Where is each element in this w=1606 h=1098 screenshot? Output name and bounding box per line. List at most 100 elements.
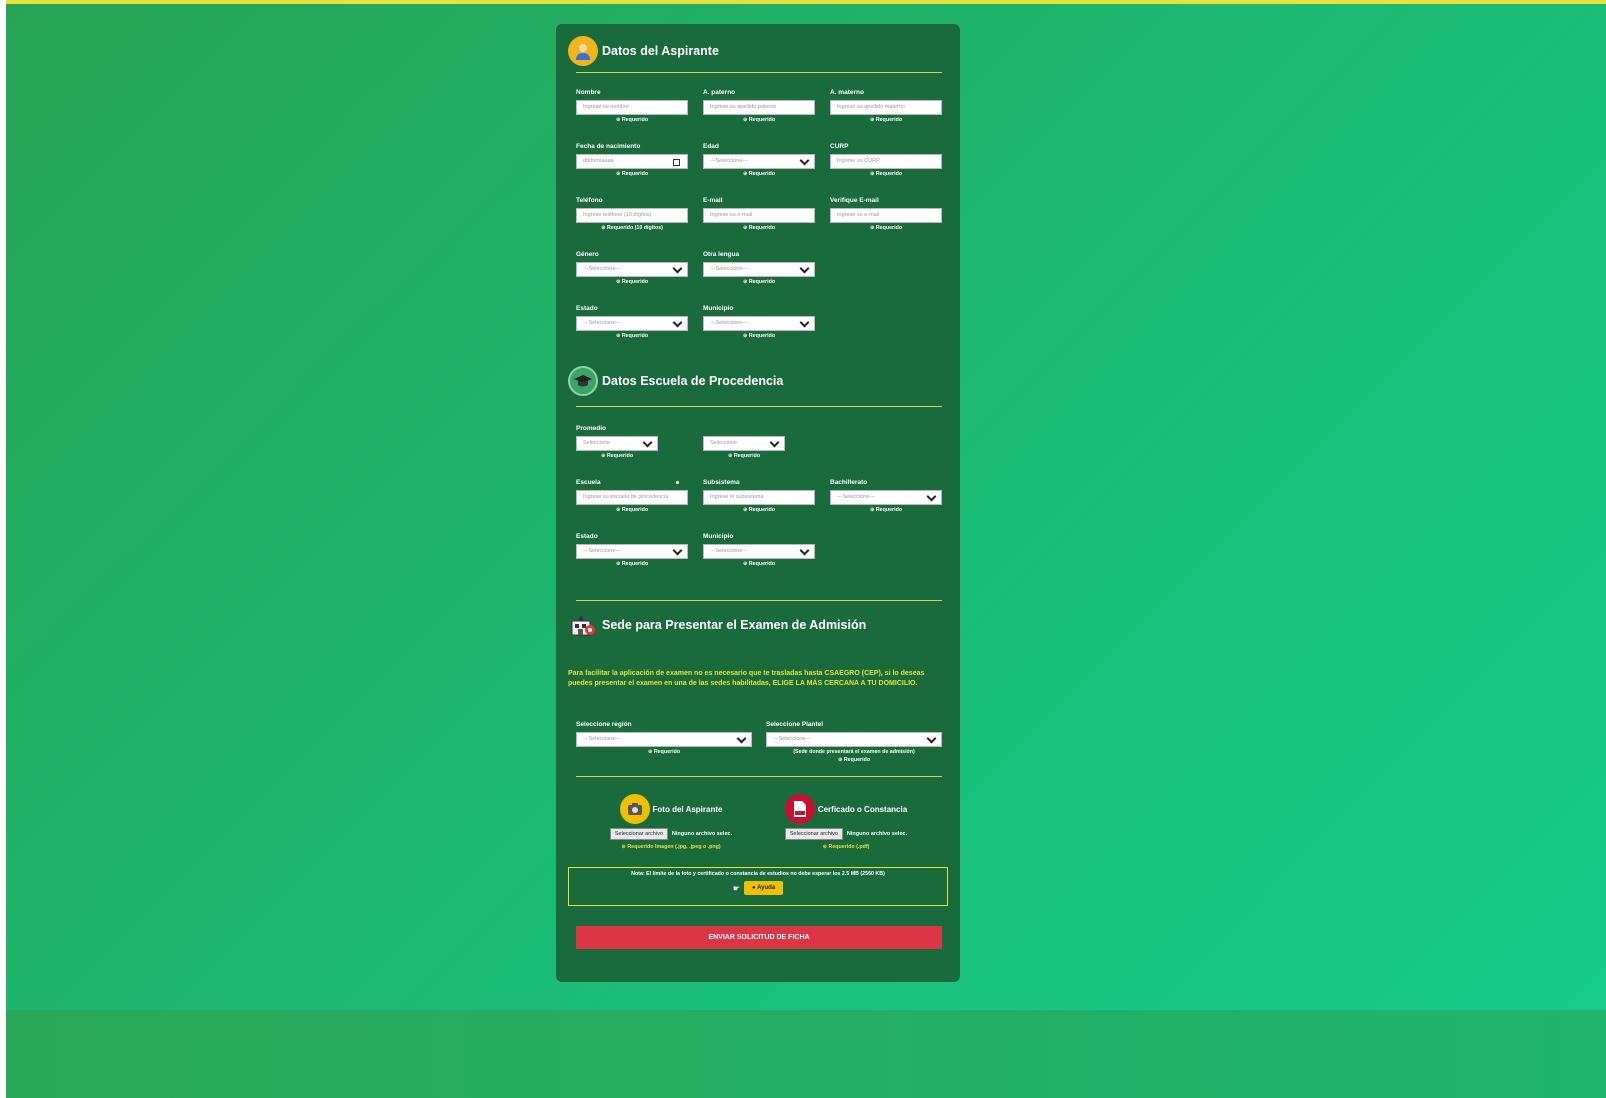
estado-select[interactable]: ---Seleccione--- xyxy=(576,316,688,331)
curp-label: CURP xyxy=(830,143,849,150)
upload-title: Cerficado o Constancia xyxy=(817,804,908,814)
municipio-field: Municipio ---Seleccione--- ⊕ Requerido xyxy=(703,304,815,339)
escuela-estado-select[interactable]: ---Seleccione--- xyxy=(576,544,688,559)
estado-label: Estado xyxy=(576,305,598,312)
nacimiento-label: Fecha de nacimiento xyxy=(576,143,641,150)
escuela-input[interactable]: Ingrese su escuela de procedencia xyxy=(576,490,688,505)
required-hint: ⊕ Requerido xyxy=(615,333,649,339)
section-title: Datos Escuela de Procedencia xyxy=(602,374,784,388)
escuela-field: Escuela Ingrese su escuela de procedenci… xyxy=(576,478,688,513)
email-field: E-mail Ingrese su e-mail ⊕ Requerido xyxy=(703,196,815,231)
telefono-field: Teléfono Ingrese teléfono (10 dígitos) ⊕… xyxy=(576,196,688,231)
camera-icon xyxy=(619,794,650,824)
required-hint: ⊕ Requerido xyxy=(727,453,761,459)
verify-email-label: Verifique E-mail xyxy=(830,197,879,204)
escuela-municipio-select[interactable]: ---Seleccione--- xyxy=(703,544,815,559)
nombre-label: Nombre xyxy=(576,89,601,96)
person-icon xyxy=(568,36,598,66)
nacimiento-field: Fecha de nacimiento dd/mm/aaaa ⊕ Requeri… xyxy=(576,142,688,177)
escuela-label: Escuela xyxy=(576,479,601,486)
escuela-estado-field: Estado ---Seleccione--- ⊕ Requerido xyxy=(576,532,688,567)
required-hint: ⊕ Requerido xyxy=(869,225,903,231)
help-button[interactable]: ● Ayuda xyxy=(743,881,784,895)
genero-field: Género ---Seleccione--- ⊕ Requerido xyxy=(576,250,688,285)
materno-input[interactable]: Ingrese su apellido materno xyxy=(830,100,942,115)
municipio-select[interactable]: ---Seleccione--- xyxy=(703,316,815,331)
curp-input[interactable]: Ingrese su CURP xyxy=(830,154,942,169)
sede-notice: Para facilitar la aplicación de examen n… xyxy=(568,670,925,687)
certificado-file-status: Ninguno archivo selec. xyxy=(846,831,908,837)
nombre-input[interactable]: Ingrese su nombre xyxy=(576,100,688,115)
verify-email-input[interactable]: Ingrese su e-mail xyxy=(830,208,942,223)
email-input[interactable]: Ingrese su e-mail xyxy=(703,208,815,223)
bachillerato-label: Bachillerato xyxy=(830,479,868,486)
curp-field: CURP Ingrese su CURP ⊕ Requerido xyxy=(830,142,942,177)
email-label: E-mail xyxy=(703,197,723,204)
promedio-decimal-field: Seleccione ⊕ Requerido xyxy=(703,424,785,459)
certificado-file-button[interactable]: Seleccionar archivo xyxy=(784,828,843,840)
footer-band xyxy=(6,1010,1606,1098)
subsistema-field: Subsistema Ingrese el subsistema ⊕ Reque… xyxy=(703,478,815,513)
required-hint: ⊕ Requerido Imagen (.jpg, .jpeg o .png) xyxy=(621,844,721,850)
plantel-hint: (Sede donde presentará el examen de admi… xyxy=(793,749,915,755)
edad-select[interactable]: ---Seleccione--- xyxy=(703,154,815,169)
required-hint: ⊕ Requerido xyxy=(742,333,776,339)
divider xyxy=(576,776,942,777)
foto-file-button[interactable]: Seleccionar archivo xyxy=(609,828,668,840)
estado-field: Estado ---Seleccione--- ⊕ Requerido xyxy=(576,304,688,339)
upload-title: Foto del Aspirante xyxy=(652,804,723,814)
subsistema-input[interactable]: Ingrese el subsistema xyxy=(703,490,815,505)
bachillerato-select[interactable]: ---Seleccione--- xyxy=(830,490,942,505)
required-hint: ⊕ Requerido (.pdf) xyxy=(822,844,870,850)
region-select[interactable]: ---Seleccione--- xyxy=(576,732,752,747)
required-hint: ⊕ Requerido xyxy=(869,171,903,177)
required-hint: ⊕ Requerido xyxy=(837,757,871,763)
size-note-box: Nota: El límite de la foto y certificado… xyxy=(568,867,948,906)
materno-label: A. materno xyxy=(830,89,864,96)
nombre-field: Nombre Ingrese su nombre ⊕ Requerido xyxy=(576,88,688,123)
divider xyxy=(576,600,942,601)
plantel-select[interactable]: ---Seleccione--- xyxy=(766,732,942,747)
municipio-label: Municipio xyxy=(703,305,734,312)
promedio-label: Promedio xyxy=(576,425,606,432)
required-hint: ⊕ Requerido xyxy=(742,225,776,231)
divider xyxy=(576,406,942,407)
genero-select[interactable]: ---Seleccione--- xyxy=(576,262,688,277)
region-label: Seleccione región xyxy=(576,721,632,728)
plantel-label: Seleccione Plantel xyxy=(766,721,824,728)
pdf-file-icon xyxy=(784,794,815,824)
required-hint: ⊕ Requerido xyxy=(615,507,649,513)
nacimiento-date-input[interactable]: dd/mm/aaaa xyxy=(576,154,688,169)
required-hint: ⊕ Requerido (10 dígitos) xyxy=(601,225,663,231)
paterno-input[interactable]: Ingrese su apellido paterno xyxy=(703,100,815,115)
building-icon xyxy=(568,610,598,640)
region-field: Seleccione región ---Seleccione--- ⊕ Req… xyxy=(576,720,752,755)
foto-file-status: Ninguno archivo selec. xyxy=(671,831,733,837)
genero-label: Género xyxy=(576,251,599,258)
telefono-input[interactable]: Ingrese teléfono (10 dígitos) xyxy=(576,208,688,223)
submit-button[interactable]: ENVIAR SOLICITUD DE FICHA xyxy=(576,926,942,949)
divider xyxy=(576,72,942,73)
section-aspirante-header: Datos del Aspirante xyxy=(568,36,719,66)
subsistema-label: Subsistema xyxy=(703,479,740,486)
certificado-upload: Cerficado o Constancia Seleccionar archi… xyxy=(771,794,921,850)
materno-field: A. materno Ingrese su apellido materno ⊕… xyxy=(830,88,942,123)
required-hint: ⊕ Requerido xyxy=(615,561,649,567)
promedio-decimal-select[interactable]: Seleccione xyxy=(703,436,785,451)
required-hint: ⊕ Requerido xyxy=(742,117,776,123)
required-hint: ⊕ Requerido xyxy=(742,171,776,177)
lengua-label: Otra lengua xyxy=(703,251,740,258)
section-sede-header: Sede para Presentar el Examen de Admisió… xyxy=(568,610,866,640)
promedio-integer-select[interactable]: Seleccione xyxy=(576,436,658,451)
required-hint: ⊕ Requerido xyxy=(600,453,634,459)
section-title: Sede para Presentar el Examen de Admisió… xyxy=(602,618,867,632)
section-escuela-header: Datos Escuela de Procedencia xyxy=(568,366,783,396)
required-hint: ⊕ Requerido xyxy=(647,749,681,755)
bachillerato-field: Bachillerato ---Seleccione--- ⊕ Requerid… xyxy=(830,478,942,513)
lengua-select[interactable]: ---Seleccione--- xyxy=(703,262,815,277)
paterno-field: A. paterno Ingrese su apellido paterno ⊕… xyxy=(703,88,815,123)
graduation-cap-icon xyxy=(568,366,598,396)
verify-email-field: Verifique E-mail Ingrese su e-mail ⊕ Req… xyxy=(830,196,942,231)
estado-label: Estado xyxy=(576,533,598,540)
registration-form-card: Datos del Aspirante Nombre Ingrese su no… xyxy=(556,24,960,982)
